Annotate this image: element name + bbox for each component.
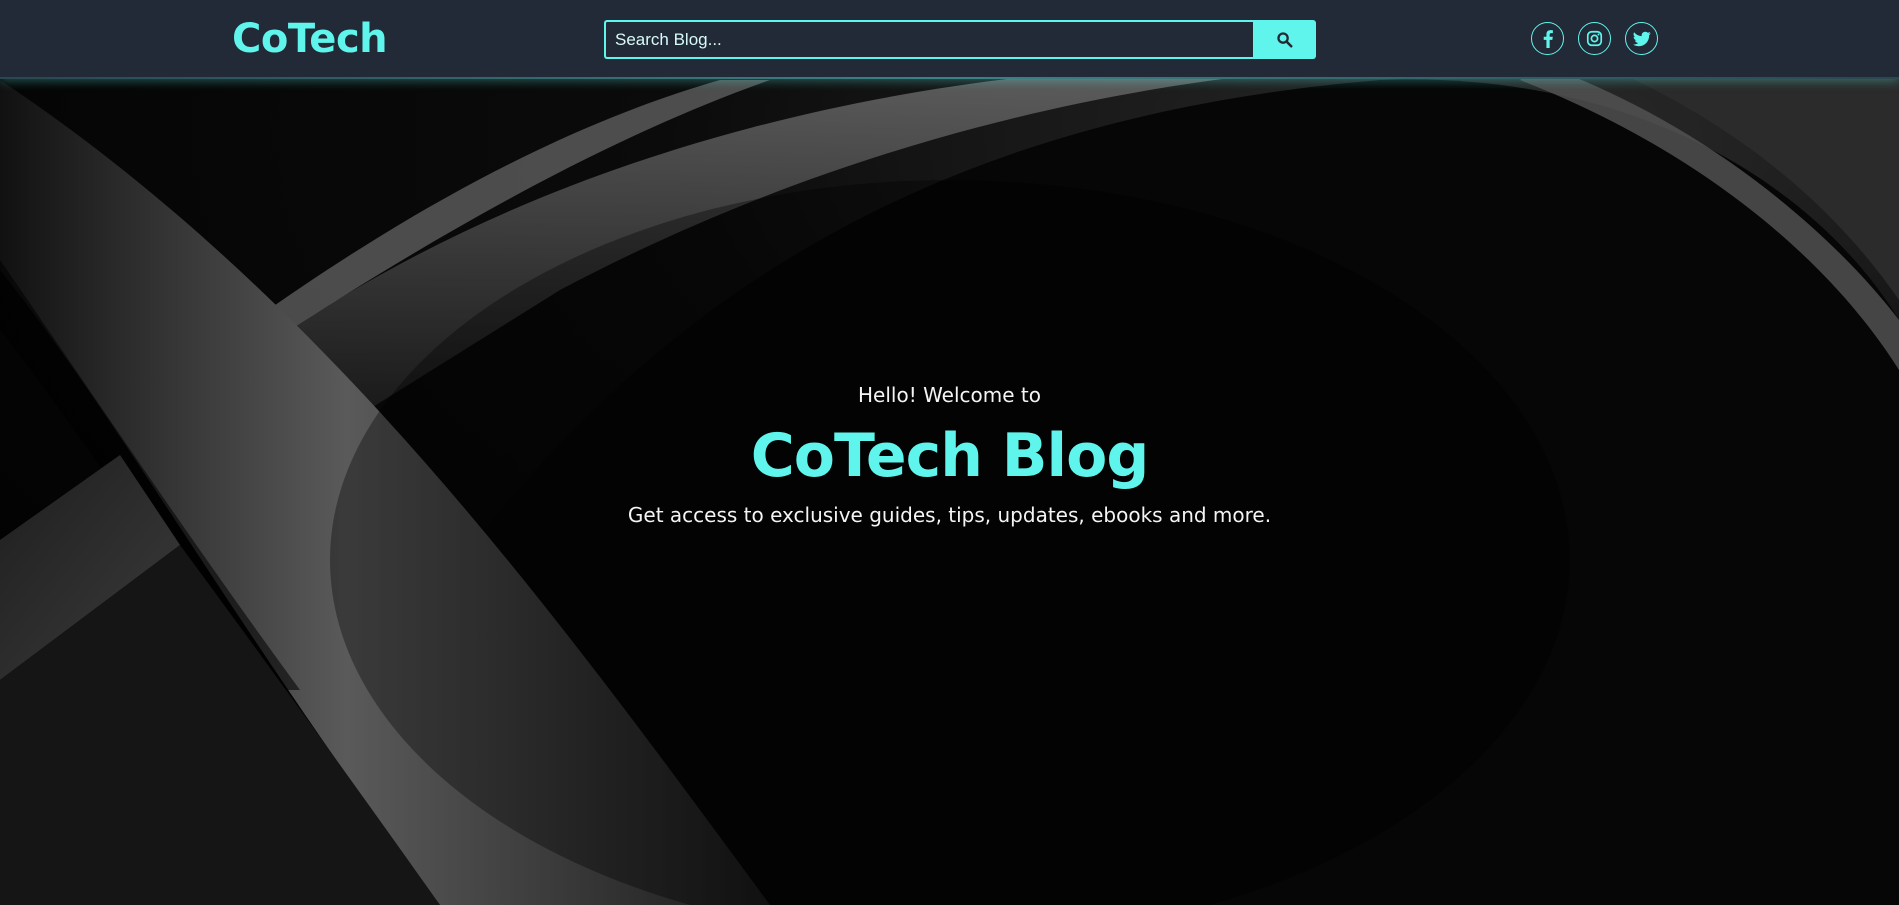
search-input[interactable]: [604, 20, 1253, 59]
hero-title: CoTech Blog: [750, 421, 1150, 491]
hero-eyebrow: Hello! Welcome to: [858, 383, 1041, 407]
hero-subtitle: Get access to exclusive guides, tips, up…: [627, 503, 1272, 527]
page: CoTech Search Blog... Hello! Welcome to …: [0, 0, 1899, 905]
facebook-icon: [1543, 29, 1553, 48]
site-logo[interactable]: CoTech: [232, 13, 388, 65]
instagram-icon: [1586, 30, 1603, 47]
facebook-link[interactable]: [1531, 22, 1564, 55]
search-icon: [1277, 32, 1293, 48]
search-button[interactable]: [1253, 20, 1316, 59]
search-form: [604, 20, 1316, 59]
instagram-link[interactable]: [1578, 22, 1611, 55]
site-header: CoTech: [0, 0, 1899, 79]
twitter-link[interactable]: [1625, 22, 1658, 55]
twitter-icon: [1632, 31, 1651, 46]
